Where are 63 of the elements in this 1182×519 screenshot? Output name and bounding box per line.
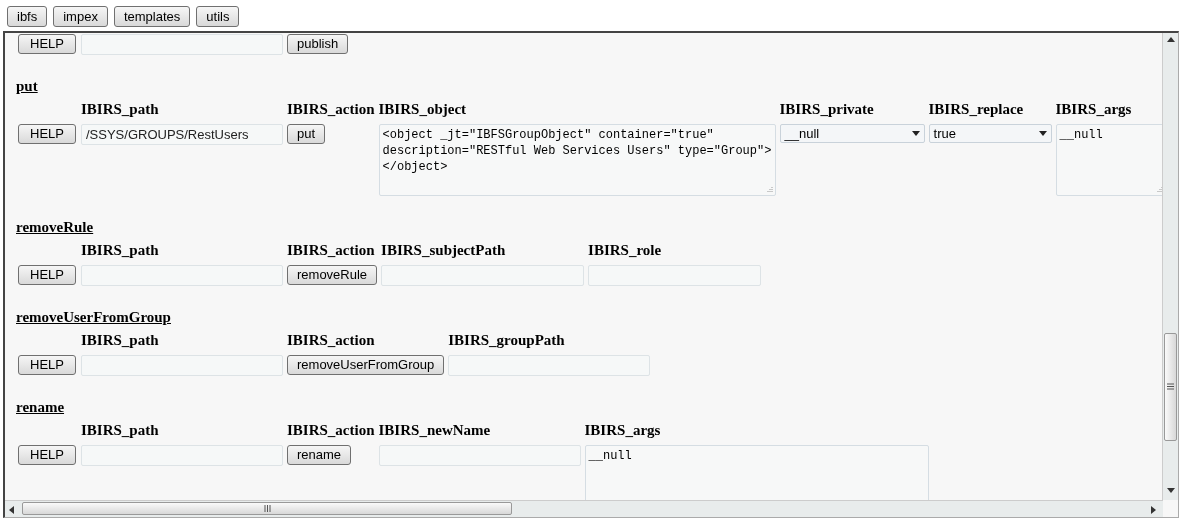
section-title: removeRule bbox=[16, 219, 94, 235]
field-label: IBIRS_path bbox=[81, 422, 159, 438]
input-field[interactable] bbox=[81, 34, 283, 55]
field-label: IBIRS_object bbox=[378, 101, 467, 117]
field-label: IBIRS_replace bbox=[928, 101, 1024, 117]
resize-grip-icon[interactable] bbox=[765, 186, 773, 193]
grip-icon bbox=[1167, 383, 1174, 390]
input-field[interactable] bbox=[378, 445, 581, 466]
field-label: IBIRS_args bbox=[584, 422, 661, 438]
field-label: IBIRS_action bbox=[287, 422, 375, 438]
help-button[interactable]: HELP bbox=[18, 355, 76, 375]
section-title: put bbox=[16, 78, 38, 94]
scroll-right-icon[interactable] bbox=[1151, 506, 1156, 514]
dropdown[interactable]: __null bbox=[779, 124, 925, 143]
action-button[interactable]: removeUserFromGroup bbox=[287, 355, 445, 375]
vertical-scrollbar[interactable] bbox=[1162, 33, 1178, 500]
scroll-up-icon[interactable] bbox=[1167, 37, 1175, 42]
scroll-left-icon[interactable] bbox=[9, 506, 14, 514]
tab-button[interactable]: ibfs bbox=[7, 6, 48, 27]
scroll-down-icon[interactable] bbox=[1167, 488, 1175, 493]
input-field[interactable]: /SSYS/GROUPS/RestUsers bbox=[81, 124, 283, 145]
input-field[interactable] bbox=[81, 355, 283, 376]
action-button[interactable]: removeRule bbox=[287, 265, 378, 285]
section-title: rename bbox=[16, 399, 65, 415]
text-area[interactable]: __null bbox=[1055, 124, 1163, 196]
input-field[interactable] bbox=[381, 265, 585, 286]
help-button[interactable]: HELP bbox=[18, 34, 76, 54]
field-label: IBIRS_path bbox=[81, 242, 159, 258]
grip-icon bbox=[264, 505, 271, 512]
input-field[interactable] bbox=[448, 355, 651, 376]
help-button[interactable]: HELP bbox=[18, 124, 76, 144]
tab-button[interactable]: utils bbox=[196, 6, 240, 27]
horizontal-scrollbar[interactable] bbox=[5, 500, 1163, 517]
field-label: IBIRS_role bbox=[588, 242, 662, 258]
field-label: IBIRS_path bbox=[81, 101, 159, 117]
text-area[interactable]: <object _jt="IBFSGroupObject" container="true" description="RESTful Web Services Users" type="Group"></object> bbox=[378, 124, 776, 196]
scrollbar-thumb[interactable] bbox=[22, 502, 512, 515]
field-label: IBIRS_args bbox=[1055, 101, 1132, 117]
field-label: IBIRS_groupPath bbox=[448, 332, 565, 348]
action-button[interactable]: rename bbox=[287, 445, 352, 465]
dropdown[interactable]: true bbox=[928, 124, 1052, 143]
input-field[interactable] bbox=[81, 445, 283, 466]
field-label: IBIRS_newName bbox=[378, 422, 491, 438]
caret-icon bbox=[1038, 131, 1047, 136]
tab-button[interactable]: templates bbox=[113, 6, 191, 27]
field-label: IBIRS_subjectPath bbox=[381, 242, 506, 258]
action-button[interactable]: publish bbox=[287, 34, 349, 54]
field-label: IBIRS_private bbox=[779, 101, 874, 117]
scrollbar-thumb[interactable] bbox=[1164, 333, 1177, 441]
section-title: removeUserFromGroup bbox=[16, 309, 171, 325]
text-area[interactable]: __null bbox=[584, 445, 929, 500]
field-label: IBIRS_action bbox=[287, 242, 375, 258]
input-field[interactable] bbox=[81, 265, 283, 286]
field-label: IBIRS_path bbox=[81, 332, 159, 348]
field-label: IBIRS_action bbox=[287, 332, 375, 348]
input-field[interactable] bbox=[588, 265, 762, 286]
caret-icon bbox=[911, 131, 920, 136]
action-button[interactable]: put bbox=[287, 124, 326, 144]
resize-grip-icon[interactable] bbox=[1155, 186, 1163, 193]
field-label: IBIRS_action bbox=[287, 101, 375, 117]
help-button[interactable]: HELP bbox=[18, 445, 76, 465]
tab-button[interactable]: impex bbox=[53, 6, 108, 27]
help-button[interactable]: HELP bbox=[18, 265, 76, 285]
